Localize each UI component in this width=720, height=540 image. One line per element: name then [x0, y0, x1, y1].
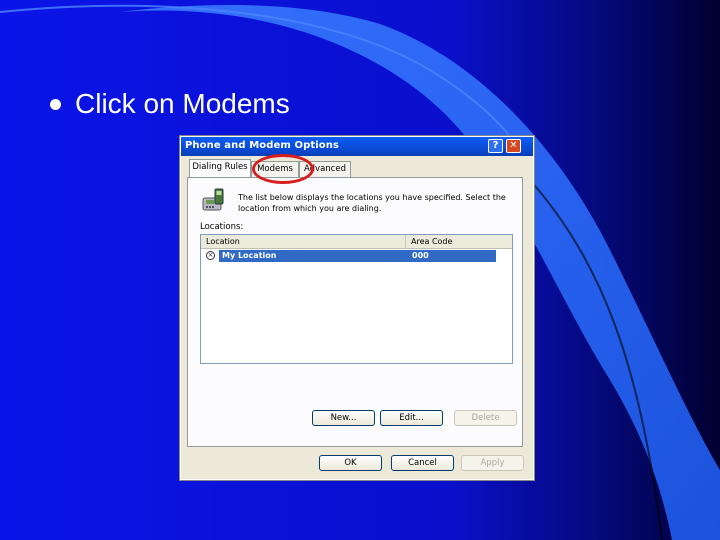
bullet-point: Click on Modems	[50, 84, 290, 124]
table-row[interactable]: × My Location 000	[205, 250, 497, 262]
help-icon[interactable]: ?	[488, 139, 503, 153]
description-text: The list below displays the locations yo…	[238, 193, 506, 213]
cell-area-code: 000	[412, 251, 429, 260]
cell-location: My Location	[222, 251, 277, 260]
new-button[interactable]: New...	[312, 410, 375, 426]
locations-label: Locations:	[200, 222, 244, 232]
red-annotation-circle	[252, 154, 314, 184]
edit-button[interactable]: Edit...	[380, 410, 443, 426]
bullet-dot-icon	[50, 98, 61, 110]
apply-button[interactable]: Apply	[461, 455, 524, 471]
phone-icon	[202, 188, 224, 211]
cancel-button[interactable]: Cancel	[391, 455, 454, 471]
ok-button[interactable]: OK	[319, 455, 382, 471]
dialog-title: Phone and Modem Options	[185, 140, 339, 151]
list-header: Location Area Code	[201, 235, 512, 249]
bullet-text: Click on Modems	[75, 88, 290, 119]
location-marker-icon: ×	[206, 251, 215, 260]
column-header-location[interactable]: Location	[201, 235, 406, 248]
delete-button[interactable]: Delete	[454, 410, 517, 426]
tab-dialing-rules[interactable]: Dialing Rules	[189, 159, 251, 177]
column-header-area-code[interactable]: Area Code	[406, 235, 512, 248]
close-icon[interactable]: ✕	[506, 139, 521, 153]
selected-row-highlight: My Location 000	[219, 250, 496, 262]
dialing-rules-panel: The list below displays the locations yo…	[187, 177, 523, 447]
dialog-titlebar[interactable]: Phone and Modem Options ? ✕	[181, 137, 533, 156]
phone-and-modem-options-dialog: Phone and Modem Options ? ✕ Dialing Rule…	[179, 135, 535, 481]
locations-list[interactable]: Location Area Code × My Location 000	[200, 234, 513, 364]
